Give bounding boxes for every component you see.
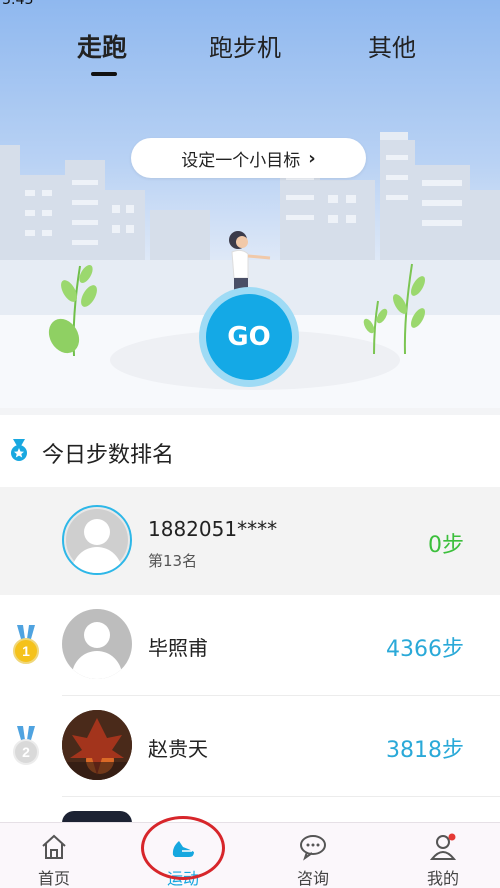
my-steps: 0步 xyxy=(428,533,464,558)
go-button[interactable]: GO xyxy=(206,294,292,380)
avatar-image xyxy=(62,710,132,780)
active-tab-indicator xyxy=(91,72,117,76)
ranking-steps: 4366步 xyxy=(386,637,464,662)
user-icon xyxy=(429,833,457,860)
avatar xyxy=(62,609,132,679)
highlight-circle xyxy=(141,816,225,880)
my-name: 1882051**** xyxy=(148,517,278,541)
tab-walk-run[interactable]: 走跑 xyxy=(77,28,127,64)
bottom-tab-consult[interactable]: 咨询 xyxy=(268,823,358,888)
tab-label: 咨询 xyxy=(296,869,329,888)
plant-right-illustration xyxy=(363,263,425,355)
status-time: 3:43 xyxy=(2,0,34,8)
ranking-name: 赵贵天 xyxy=(148,737,208,761)
bottom-tab-mine[interactable]: 我的 xyxy=(398,823,488,888)
avatar xyxy=(62,710,132,780)
step-ranking-section: 今日步数排名 1882051**** 第13名 0步 1 毕照甫 4366步 2… xyxy=(0,415,500,823)
home-icon xyxy=(42,834,66,859)
set-goal-label: 设定一个小目标 xyxy=(181,150,301,171)
chevron-right-icon: › xyxy=(308,147,316,169)
my-rank: 第13名 xyxy=(148,552,198,570)
medal-icon xyxy=(11,439,27,461)
top-tabs: 走跑 跑步机 其他 xyxy=(0,24,500,80)
ranking-steps: 3818步 xyxy=(386,738,464,763)
set-goal-button[interactable]: 设定一个小目标 › xyxy=(131,138,366,178)
ranking-row[interactable]: 1 毕照甫 4366步 xyxy=(0,595,500,696)
my-ranking-row[interactable]: 1882051**** 第13名 0步 xyxy=(0,487,500,595)
bottom-tab-bar: 首页 运动 咨询 我的 xyxy=(0,822,500,888)
medal-rank-number: 2 xyxy=(22,744,30,760)
runner-illustration xyxy=(229,231,271,296)
ranking-header: 今日步数排名 xyxy=(0,415,500,487)
ranking-row[interactable]: 2 赵贵天 3818步 xyxy=(0,696,500,797)
ranking-title: 今日步数排名 xyxy=(42,443,175,468)
bottom-tab-home[interactable]: 首页 xyxy=(9,823,99,888)
silver-medal-icon: 2 xyxy=(13,726,39,765)
tab-treadmill[interactable]: 跑步机 xyxy=(209,28,281,63)
chat-icon xyxy=(300,835,326,861)
medal-rank-number: 1 xyxy=(22,643,30,659)
tab-label: 我的 xyxy=(426,869,459,888)
go-button-ring: GO xyxy=(199,287,299,387)
status-icons xyxy=(434,0,494,5)
status-bar: 3:43 xyxy=(0,0,500,12)
gold-medal-icon: 1 xyxy=(13,625,39,664)
divider xyxy=(62,796,500,797)
avatar xyxy=(62,505,132,575)
ranking-name: 毕照甫 xyxy=(148,636,208,660)
tab-label: 首页 xyxy=(37,869,70,888)
plant-left-illustration xyxy=(48,264,97,357)
tab-other[interactable]: 其他 xyxy=(368,28,416,63)
